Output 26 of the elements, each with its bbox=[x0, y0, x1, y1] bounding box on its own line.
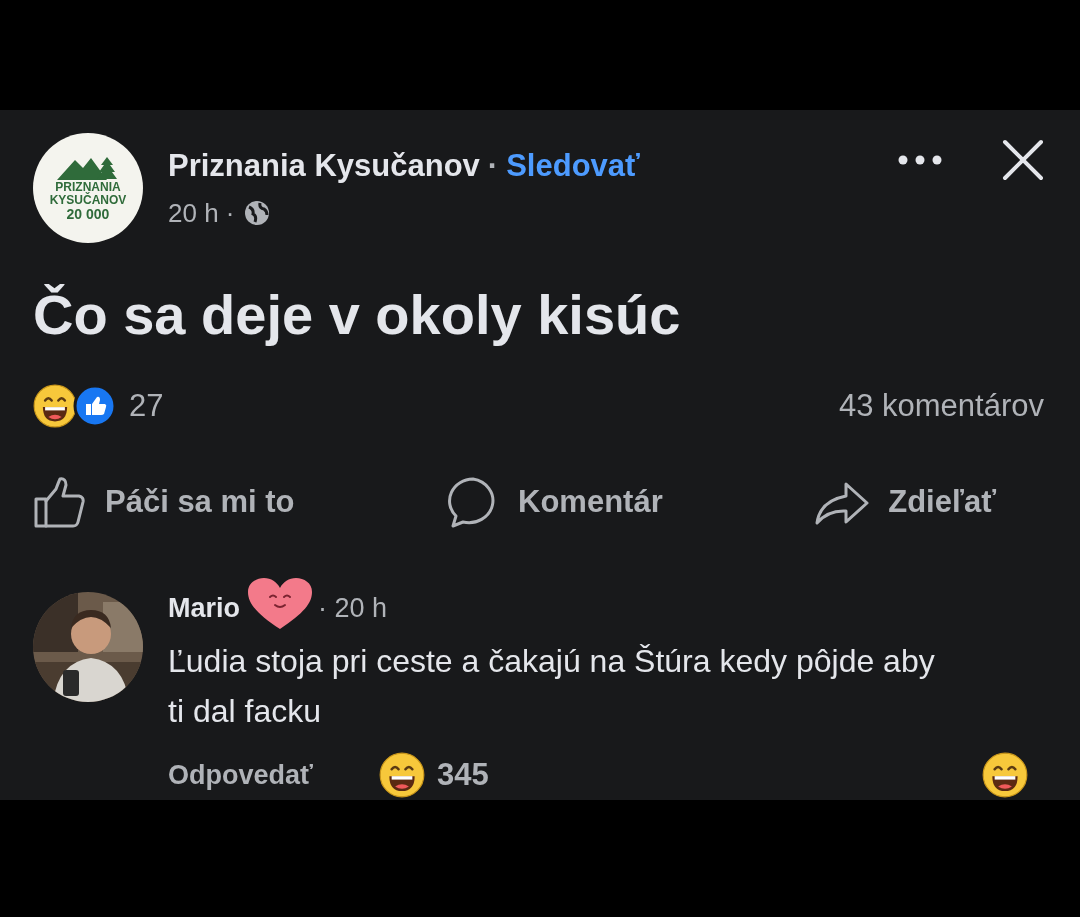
separator: · bbox=[487, 147, 499, 185]
laughing-emoji-icon bbox=[378, 751, 425, 798]
author-name[interactable]: Priznania Kysučanov bbox=[168, 143, 480, 190]
comment-reaction-count[interactable]: 345 bbox=[436, 751, 489, 798]
more-options-icon[interactable] bbox=[898, 155, 942, 165]
comment-text: Ľudia stoja pri ceste a čakajú na Štúra kedy pôjde aby ti dal facku bbox=[168, 641, 936, 731]
thumbs-up-icon bbox=[33, 476, 87, 529]
close-icon[interactable] bbox=[1002, 139, 1044, 181]
logo-text: 20 000 bbox=[66, 206, 110, 222]
action-button[interactable]: Komentár bbox=[446, 475, 663, 530]
action-button[interactable]: Zdieľať bbox=[814, 479, 996, 526]
share-arrow-icon bbox=[814, 480, 871, 525]
reaction-count[interactable]: 27 bbox=[129, 383, 164, 430]
heart-sticker-icon bbox=[246, 576, 314, 631]
laughing-emoji-icon bbox=[33, 384, 77, 429]
action-button[interactable]: Páči sa mi to bbox=[33, 476, 295, 529]
post-text: Čo sa deje v okoly kisúc bbox=[33, 283, 682, 347]
comment-time: · 20 h bbox=[318, 592, 388, 626]
comments-count[interactable]: 43 komentárov bbox=[838, 383, 1044, 430]
commenter-name[interactable]: Mario bbox=[168, 588, 240, 629]
follow-link[interactable]: Sledovať bbox=[506, 143, 640, 190]
reply-link[interactable]: Odpovedať bbox=[168, 754, 313, 795]
laughing-emoji-icon bbox=[982, 751, 1028, 798]
globe-icon bbox=[242, 199, 271, 227]
post-time: 20 h · bbox=[168, 196, 235, 230]
logo-text: KYSUČANOV bbox=[49, 193, 127, 207]
